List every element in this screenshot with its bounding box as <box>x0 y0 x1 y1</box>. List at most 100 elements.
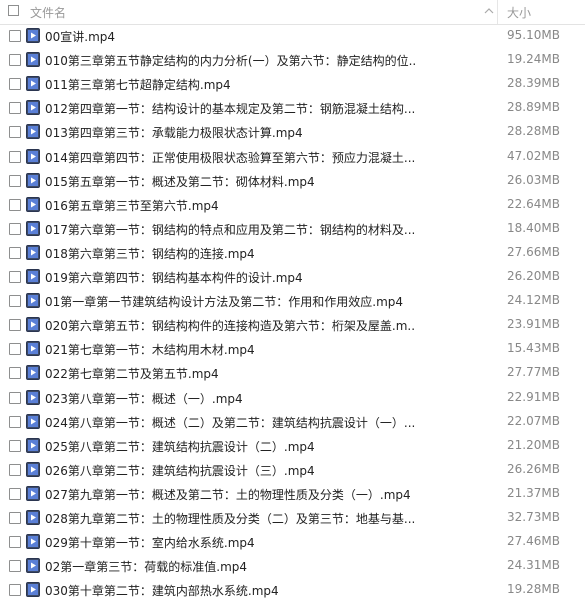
file-name[interactable]: 024第八章第一节：概述（二）及第二节：建筑结构抗震设计（一）... <box>45 414 415 431</box>
file-row[interactable]: 019第六章第四节：钢结构基本构件的设计.mp4 26.20MB <box>0 265 585 289</box>
video-file-icon <box>26 558 40 574</box>
file-row[interactable]: 022第七章第二节及第五节.mp4 27.77MB <box>0 361 585 385</box>
file-list: 文件名 大小 00宣讲.mp4 95.10MB 010第三章第五节静定结构的内力分析… <box>0 0 585 608</box>
file-name[interactable]: 012第四章第一节：结构设计的基本规定及第二节：钢筋混凝土结构... <box>45 100 415 117</box>
file-name[interactable]: 017第六章第一节：钢结构的特点和应用及第二节：钢结构的材料及... <box>45 221 415 238</box>
file-checkbox[interactable] <box>9 463 21 476</box>
file-checkbox[interactable] <box>9 295 21 308</box>
file-row[interactable]: 029第十章第一节：室内给水系统.mp4 27.46MB <box>0 530 585 554</box>
file-name[interactable]: 015第五章第一节：概述及第二节：砌体材料.mp4 <box>45 173 415 190</box>
file-name[interactable]: 010第三章第五节静定结构的内力分析(一）及第六节：静定结构的位... <box>45 52 415 69</box>
file-name[interactable]: 01第一章第一节建筑结构设计方法及第二节：作用和作用效应.mp4 <box>45 293 415 310</box>
file-size: 47.02MB <box>507 148 560 163</box>
file-checkbox[interactable] <box>9 391 21 404</box>
file-checkbox[interactable] <box>9 54 21 67</box>
file-name[interactable]: 016第五章第三节至第六节.mp4 <box>45 197 415 214</box>
video-file-icon <box>26 365 40 381</box>
file-checkbox[interactable] <box>9 536 21 549</box>
file-size: 19.24MB <box>507 52 560 67</box>
file-checkbox[interactable] <box>9 174 21 187</box>
file-name[interactable]: 013第四章第三节：承载能力极限状态计算.mp4 <box>45 124 415 141</box>
file-checkbox[interactable] <box>9 512 21 524</box>
file-row[interactable]: 00宣讲.mp4 95.10MB <box>0 24 585 48</box>
file-name[interactable]: 025第八章第二节：建筑结构抗震设计（二）.mp4 <box>45 438 415 455</box>
file-size: 26.20MB <box>507 269 560 283</box>
file-checkbox[interactable] <box>9 150 21 163</box>
video-file-icon <box>26 510 40 525</box>
column-header-name[interactable]: 文件名 <box>30 4 66 21</box>
file-size: 24.31MB <box>507 558 560 573</box>
file-name[interactable]: 02第一章第三节：荷载的标准值.mp4 <box>45 558 415 575</box>
column-header-size[interactable]: 大小 <box>507 4 531 21</box>
file-checkbox[interactable] <box>9 560 21 573</box>
file-name[interactable]: 023第八章第一节：概述（一）.mp4 <box>45 390 415 407</box>
file-name[interactable]: 028第九章第二节：土的物理性质及分类（二）及第三节：地基与基... <box>45 510 415 527</box>
file-size: 21.37MB <box>507 485 560 500</box>
file-row[interactable]: 025第八章第二节：建筑结构抗震设计（二）.mp4 21.20MB <box>0 434 585 458</box>
video-file-icon <box>26 437 40 453</box>
file-checkbox[interactable] <box>9 198 21 211</box>
file-name[interactable]: 030第十章第二节：建筑内部热水系统.mp4 <box>45 582 415 599</box>
video-file-icon <box>26 317 40 333</box>
file-size: 22.91MB <box>507 389 560 404</box>
file-size: 32.73MB <box>507 510 560 524</box>
file-checkbox[interactable] <box>9 487 21 500</box>
video-file-icon <box>26 76 40 92</box>
file-checkbox[interactable] <box>9 319 21 332</box>
file-row[interactable]: 027第九章第一节：概述及第二节：土的物理性质及分类（一）.mp4 21.37MB <box>0 482 585 506</box>
file-name[interactable]: 019第六章第四节：钢结构基本构件的设计.mp4 <box>45 269 415 286</box>
file-checkbox[interactable] <box>9 367 21 380</box>
file-name[interactable]: 020第六章第五节：钢结构构件的连接构造及第六节：桁架及屋盖.m... <box>45 317 415 334</box>
file-row[interactable]: 01第一章第一节建筑结构设计方法及第二节：作用和作用效应.mp4 24.12MB <box>0 289 585 313</box>
column-divider[interactable] <box>497 0 498 24</box>
file-row[interactable]: 021第七章第一节：木结构用木材.mp4 15.43MB <box>0 337 585 361</box>
file-checkbox[interactable] <box>9 126 21 139</box>
chevron-up-icon[interactable] <box>484 6 494 16</box>
select-all-checkbox[interactable] <box>8 5 19 16</box>
file-size: 27.77MB <box>507 365 560 380</box>
file-row[interactable]: 02第一章第三节：荷载的标准值.mp4 24.31MB <box>0 554 585 578</box>
file-row[interactable]: 028第九章第二节：土的物理性质及分类（二）及第三节：地基与基... 32.73M… <box>0 506 585 530</box>
file-checkbox[interactable] <box>9 439 21 452</box>
file-row[interactable]: 018第六章第三节：钢结构的连接.mp4 27.66MB <box>0 241 585 265</box>
file-row[interactable]: 020第六章第五节：钢结构构件的连接构造及第六节：桁架及屋盖.m... 23.91… <box>0 313 585 337</box>
video-file-icon <box>26 28 40 43</box>
file-checkbox[interactable] <box>9 343 21 356</box>
file-name[interactable]: 022第七章第二节及第五节.mp4 <box>45 365 415 382</box>
file-row[interactable]: 023第八章第一节：概述（一）.mp4 22.91MB <box>0 386 585 410</box>
file-row[interactable]: 013第四章第三节：承载能力极限状态计算.mp4 28.28MB <box>0 120 585 144</box>
file-name[interactable]: 026第八章第二节：建筑结构抗震设计（三）.mp4 <box>45 462 415 479</box>
video-file-icon <box>26 220 40 236</box>
file-row[interactable]: 011第三章第七节超静定结构.mp4 28.39MB <box>0 72 585 96</box>
file-row[interactable]: 016第五章第三节至第六节.mp4 22.64MB <box>0 193 585 217</box>
file-size: 26.26MB <box>507 461 560 476</box>
file-name[interactable]: 018第六章第三节：钢结构的连接.mp4 <box>45 245 415 262</box>
file-row[interactable]: 014第四章第四节：正常使用极限状态验算至第六节：预应力混凝土... 47.02M… <box>0 145 585 169</box>
file-name[interactable]: 014第四章第四节：正常使用极限状态验算至第六节：预应力混凝土... <box>45 149 415 166</box>
file-row[interactable]: 010第三章第五节静定结构的内力分析(一）及第六节：静定结构的位... 19.24… <box>0 48 585 72</box>
video-file-icon <box>26 148 40 164</box>
file-checkbox[interactable] <box>9 415 21 428</box>
file-name[interactable]: 021第七章第一节：木结构用木材.mp4 <box>45 341 415 358</box>
file-checkbox[interactable] <box>9 246 21 259</box>
file-row[interactable]: 015第五章第一节：概述及第二节：砌体材料.mp4 26.03MB <box>0 169 585 193</box>
file-name[interactable]: 011第三章第七节超静定结构.mp4 <box>45 76 415 93</box>
file-row[interactable]: 017第六章第一节：钢结构的特点和应用及第二节：钢结构的材料及... 18.40M… <box>0 217 585 241</box>
file-row[interactable]: 030第十章第二节：建筑内部热水系统.mp4 19.28MB <box>0 578 585 602</box>
file-checkbox[interactable] <box>9 584 21 597</box>
file-row[interactable]: 026第八章第二节：建筑结构抗震设计（三）.mp4 26.26MB <box>0 458 585 482</box>
file-name[interactable]: 027第九章第一节：概述及第二节：土的物理性质及分类（一）.mp4 <box>45 486 415 503</box>
file-checkbox[interactable] <box>9 30 21 42</box>
video-file-icon <box>26 534 40 550</box>
file-row[interactable]: 024第八章第一节：概述（二）及第二节：建筑结构抗震设计（一）... 22.07M… <box>0 410 585 434</box>
file-row[interactable]: 012第四章第一节：结构设计的基本规定及第二节：钢筋混凝土结构... 28.89M… <box>0 96 585 120</box>
file-checkbox[interactable] <box>9 78 21 91</box>
file-size: 15.43MB <box>507 341 560 356</box>
video-file-icon <box>26 196 40 212</box>
file-checkbox[interactable] <box>9 102 21 115</box>
file-checkbox[interactable] <box>9 222 21 235</box>
file-name[interactable]: 00宣讲.mp4 <box>45 28 415 45</box>
file-size: 23.91MB <box>507 317 560 332</box>
file-name[interactable]: 029第十章第一节：室内给水系统.mp4 <box>45 534 415 551</box>
file-checkbox[interactable] <box>9 271 21 283</box>
